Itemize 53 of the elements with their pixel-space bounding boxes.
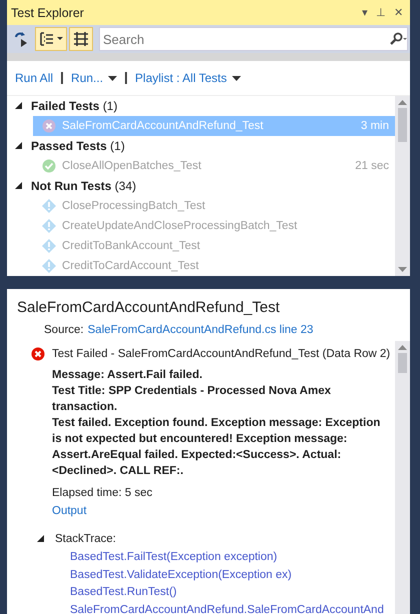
stack-frame-link[interactable]: SaleFromCardAccountAndRefund.SaleFromCardAccountAnd xyxy=(70,602,384,614)
expander-icon[interactable] xyxy=(15,102,23,110)
test-row[interactable]: CreditToCardAccount_Test xyxy=(33,256,395,276)
scroll-up-icon[interactable] xyxy=(398,345,407,350)
window-control-button[interactable]: ▾ xyxy=(359,6,371,19)
scroll-up-icon[interactable] xyxy=(398,100,407,105)
stack-frame-link[interactable]: BasedTest.FailTest(Exception exception) xyxy=(70,549,278,566)
source-label: Source: xyxy=(44,324,84,336)
scroll-thumb[interactable] xyxy=(398,108,407,142)
exclamation-diamond-icon xyxy=(42,239,56,253)
columns-icon[interactable] xyxy=(69,27,93,51)
test-row[interactable]: CloseAllOpenBatches_Test 21 sec xyxy=(33,156,395,176)
window-control-button[interactable]: ⊥ xyxy=(373,6,389,19)
scroll-thumb[interactable] xyxy=(398,353,407,373)
command-link[interactable]: Playlist : All Tests xyxy=(135,71,241,85)
caret-icon xyxy=(57,37,63,41)
source-link[interactable]: SaleFromCardAccountAndRefund.cs line 23 xyxy=(88,324,314,336)
test-title: SaleFromCardAccountAndRefund_Test xyxy=(16,298,281,318)
exclamation-diamond-icon xyxy=(42,219,56,233)
output-link[interactable]: Output xyxy=(52,505,389,517)
test-row[interactable]: CreditToBankAccount_Test xyxy=(33,236,395,256)
search-icon xyxy=(389,32,407,46)
group-header[interactable]: Not Run Tests (34) xyxy=(15,176,395,196)
command-link[interactable]: Run... xyxy=(71,71,118,85)
group-header[interactable]: Failed Tests (1) xyxy=(15,96,395,116)
list-icon xyxy=(39,31,55,47)
message-text: Message: Assert.Fail failed. xyxy=(52,368,204,383)
search-field[interactable]: Search xyxy=(99,27,408,51)
expander-icon[interactable] xyxy=(15,142,23,150)
test-row[interactable]: CreateUpdateAndCloseProcessingBatch_Test xyxy=(33,216,395,236)
check-circle-icon xyxy=(42,159,56,173)
stack-frame-link[interactable]: BasedTest.RunTest() xyxy=(70,584,177,602)
group-header[interactable]: Passed Tests (1) xyxy=(15,136,395,156)
message-text: Test Title: SPP Credentials - Processed Nova Amex transaction. xyxy=(52,384,332,415)
group-by-button[interactable] xyxy=(35,27,67,51)
stack-frame-link[interactable]: BasedTest.ValidateException(Exception ex) xyxy=(70,566,292,584)
scroll-down-icon[interactable] xyxy=(398,267,407,272)
expander-icon[interactable] xyxy=(15,182,23,190)
test-row[interactable]: CloseProcessingBatch_Test xyxy=(33,196,395,216)
window-title: Test Explorer xyxy=(11,6,85,20)
window-control-button[interactable]: ✕ xyxy=(391,6,406,19)
scrollbar[interactable] xyxy=(395,96,410,276)
expander-icon[interactable] xyxy=(37,535,45,543)
result-text: Test Failed - SaleFromCardAccountAndRefund_Test (Data Row 2) xyxy=(52,348,390,360)
cross-circle-icon xyxy=(31,347,45,361)
scrollbar[interactable] xyxy=(395,341,410,614)
stack-trace-label: StackTrace: xyxy=(55,533,116,545)
command-link[interactable]: Run All xyxy=(15,71,54,85)
cross-circle-icon xyxy=(42,119,56,133)
message-text: Test failed. Exception found. Exception message: Exception is not expected but encountered! Exception message: Assert.AreEqual failed. Expected:<Success>. Actual:<Declined>. CALL REF:. xyxy=(52,416,382,479)
exclamation-diamond-icon xyxy=(42,199,56,213)
exclamation-diamond-icon xyxy=(42,259,56,273)
elapsed-time: Elapsed time: 5 sec xyxy=(52,487,154,499)
